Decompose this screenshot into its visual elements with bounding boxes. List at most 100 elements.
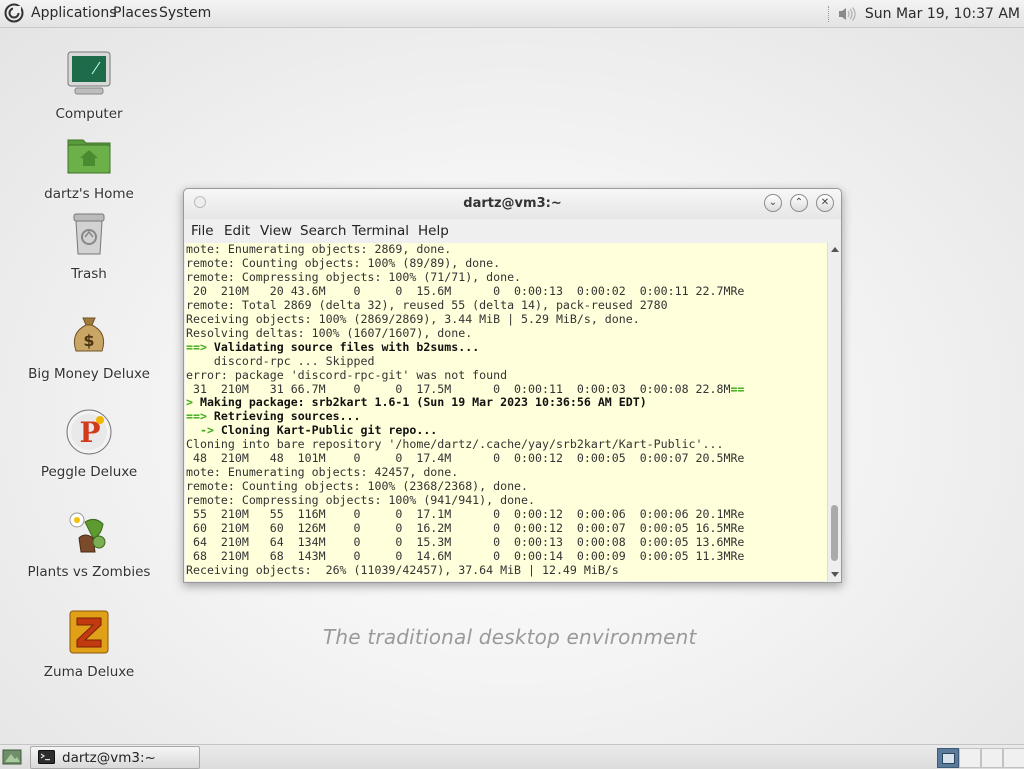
terminal-menubar: File Edit View Search Terminal Help bbox=[184, 219, 841, 243]
menu-applications[interactable]: Applications bbox=[31, 5, 117, 21]
terminal-line-segment: Retrieving sources... bbox=[206, 409, 361, 424]
terminal-line-segment: mote: Enumerating objects: 42457, done. bbox=[186, 465, 459, 480]
terminal-line: ==> Validating source files with b2sums.… bbox=[186, 340, 479, 354]
menu-search[interactable]: Search bbox=[300, 223, 346, 239]
terminal-line: 55 210M 55 116M 0 0 17.1M 0 0:00:12 0:00… bbox=[186, 507, 744, 521]
volume-icon[interactable] bbox=[837, 6, 857, 22]
terminal-line-segment: -> bbox=[186, 423, 214, 438]
terminal-line-segment: Making package: srb2kart 1.6-1 (Sun 19 M… bbox=[192, 395, 647, 410]
desktop-icon-plants-vs-zombies[interactable]: Plants vs Zombies bbox=[24, 508, 154, 580]
system-tray: Sun Mar 19, 10:37 AM bbox=[827, 4, 1020, 24]
plants-vs-zombies-icon bbox=[69, 512, 106, 553]
menu-view[interactable]: View bbox=[260, 223, 292, 239]
desktop-icon-big-money[interactable]: $ Big Money Deluxe bbox=[24, 310, 154, 382]
tray-separator bbox=[827, 6, 831, 22]
desktop-icon-label: Zuma Deluxe bbox=[43, 664, 135, 680]
terminal-window[interactable]: dartz@vm3:~ ⌄ ⌃ ✕ File Edit View Search … bbox=[183, 188, 842, 583]
terminal-line: Resolving deltas: 100% (1607/1607), done… bbox=[186, 326, 472, 340]
terminal-line-segment: 60 210M 60 126M 0 0 16.2M 0 0:00:12 0:00… bbox=[186, 521, 745, 536]
terminal-line: error: package 'discord-rpc-git' was not… bbox=[186, 368, 507, 382]
clock[interactable]: Sun Mar 19, 10:37 AM bbox=[865, 6, 1020, 22]
menu-system[interactable]: System bbox=[159, 5, 211, 21]
scroll-down-arrow-icon[interactable] bbox=[831, 572, 839, 577]
show-desktop-icon[interactable] bbox=[2, 748, 22, 766]
terminal-line-segment: Receiving objects: 26% (11039/42457), 37… bbox=[186, 562, 619, 577]
zuma-icon bbox=[69, 610, 109, 654]
terminal-line: mote: Enumerating objects: 2869, done. bbox=[186, 243, 451, 256]
workspace-3[interactable] bbox=[981, 748, 1003, 768]
desktop-icon-label: Peggle Deluxe bbox=[40, 464, 138, 480]
desktop-icon-label: Plants vs Zombies bbox=[27, 564, 151, 580]
desktop-tagline: The traditional desktop environment bbox=[323, 625, 697, 649]
terminal-line-segment: discord-rpc ... Skipped bbox=[186, 353, 375, 368]
terminal-line-segment: remote: Total 2869 (delta 32), reused 55… bbox=[186, 297, 668, 312]
terminal-line: discord-rpc ... Skipped bbox=[186, 353, 375, 368]
menu-file[interactable]: File bbox=[191, 223, 214, 239]
workspace-2[interactable] bbox=[959, 748, 981, 768]
terminal-line: 48 210M 48 101M 0 0 17.4M 0 0:00:12 0:00… bbox=[186, 451, 744, 465]
terminal-text: mote: Enumerating objects: 2869, done. r… bbox=[185, 243, 827, 578]
workspace-1[interactable] bbox=[937, 748, 959, 768]
terminal-line-segment: remote: Counting objects: 100% (2368/236… bbox=[186, 479, 529, 494]
terminal-line-segment: ==> bbox=[186, 409, 207, 424]
distro-logo-icon[interactable] bbox=[4, 3, 24, 23]
terminal-line-segment: 20 210M 20 43.6M 0 0 15.6M 0 0:00:13 0:0… bbox=[186, 283, 745, 298]
close-button[interactable]: ✕ bbox=[816, 194, 834, 212]
terminal-line-segment: remote: Counting objects: 100% (89/89), … bbox=[186, 255, 501, 270]
menu-terminal[interactable]: Terminal bbox=[352, 223, 409, 239]
scroll-up-arrow-icon[interactable] bbox=[831, 247, 839, 252]
terminal-titlebar[interactable]: dartz@vm3:~ ⌄ ⌃ ✕ bbox=[184, 189, 841, 219]
terminal-title: dartz@vm3:~ bbox=[463, 196, 562, 211]
terminal-line: 31 210M 31 66.7M 0 0 17.5M 0 0:00:11 0:0… bbox=[186, 382, 744, 396]
terminal-line-segment: Resolving deltas: 100% (1607/1607), done… bbox=[186, 325, 473, 340]
home-folder-icon bbox=[67, 139, 111, 174]
terminal-line: Receiving objects: 100% (2869/2869), 3.4… bbox=[186, 312, 640, 326]
desktop-icon-zuma[interactable]: Zuma Deluxe bbox=[24, 608, 154, 680]
workspace-4[interactable] bbox=[1003, 748, 1024, 768]
terminal-line-segment: remote: Compressing objects: 100% (941/9… bbox=[186, 493, 536, 508]
terminal-line: 60 210M 60 126M 0 0 16.2M 0 0:00:12 0:00… bbox=[186, 521, 744, 535]
menu-places[interactable]: Places bbox=[113, 5, 158, 21]
terminal-line-segment: remote: Compressing objects: 100% (71/71… bbox=[186, 269, 522, 284]
terminal-line-segment: Cloning Kart-Public git repo... bbox=[213, 423, 438, 438]
menu-help[interactable]: Help bbox=[418, 223, 449, 239]
terminal-line: remote: Compressing objects: 100% (71/71… bbox=[186, 270, 521, 284]
taskbar-terminal-button[interactable]: dartz@vm3:~ bbox=[30, 746, 200, 769]
taskbar-terminal-label: dartz@vm3:~ bbox=[62, 750, 156, 766]
desktop-icon-home[interactable]: dartz's Home bbox=[24, 130, 154, 202]
terminal-line-segment: 55 210M 55 116M 0 0 17.1M 0 0:00:12 0:00… bbox=[186, 507, 745, 522]
terminal-line-segment: Validating source files with b2sums... bbox=[206, 339, 480, 354]
terminal-output[interactable]: mote: Enumerating objects: 2869, done. r… bbox=[185, 243, 827, 581]
terminal-line-segment: ==> bbox=[186, 339, 207, 354]
terminal-line: -> Cloning Kart-Public git repo... bbox=[186, 423, 437, 437]
terminal-line-segment: error: package 'discord-rpc-git' was not… bbox=[186, 367, 508, 382]
desktop-icon-label: Computer bbox=[55, 106, 123, 122]
desktop-icon-computer[interactable]: Computer bbox=[24, 50, 154, 122]
desktop-icon-label: Big Money Deluxe bbox=[28, 366, 150, 382]
terminal-line-segment: > bbox=[186, 395, 193, 410]
terminal-line: remote: Compressing objects: 100% (941/9… bbox=[186, 493, 535, 507]
computer-icon bbox=[67, 51, 111, 95]
desktop-icon-peggle[interactable]: P Peggle Deluxe bbox=[24, 408, 154, 480]
terminal-line-segment: Receiving objects: 100% (2869/2869), 3.4… bbox=[186, 311, 640, 326]
terminal-line: remote: Counting objects: 100% (89/89), … bbox=[186, 256, 500, 270]
terminal-line-segment: Cloning into bare repository '/home/dart… bbox=[186, 437, 724, 452]
peggle-icon: P bbox=[66, 409, 112, 455]
terminal-line-segment: mote: Enumerating objects: 2869, done. bbox=[186, 243, 452, 256]
terminal-line-segment: 31 210M 31 66.7M 0 0 17.5M 0 0:00:11 0:0… bbox=[186, 381, 731, 396]
terminal-line-segment: == bbox=[730, 381, 745, 396]
desktop-icon-label: Trash bbox=[71, 266, 107, 282]
svg-text:$: $ bbox=[83, 331, 94, 350]
terminal-line: mote: Enumerating objects: 42457, done. bbox=[186, 465, 458, 479]
desktop-icon-trash[interactable]: Trash bbox=[24, 210, 154, 282]
desktop-icon-label: dartz's Home bbox=[44, 186, 134, 202]
terminal-scrollbar[interactable] bbox=[827, 243, 841, 581]
scrollbar-thumb[interactable] bbox=[831, 505, 838, 561]
minimize-button[interactable]: ⌄ bbox=[764, 194, 782, 212]
maximize-button[interactable]: ⌃ bbox=[790, 194, 808, 212]
terminal-line: ==> Retrieving sources... bbox=[186, 409, 361, 423]
menu-edit[interactable]: Edit bbox=[224, 223, 250, 239]
terminal-line: 68 210M 68 143M 0 0 14.6M 0 0:00:14 0:00… bbox=[186, 549, 744, 563]
terminal-icon bbox=[38, 750, 55, 764]
terminal-line: > Making package: srb2kart 1.6-1 (Sun 19… bbox=[186, 395, 647, 410]
